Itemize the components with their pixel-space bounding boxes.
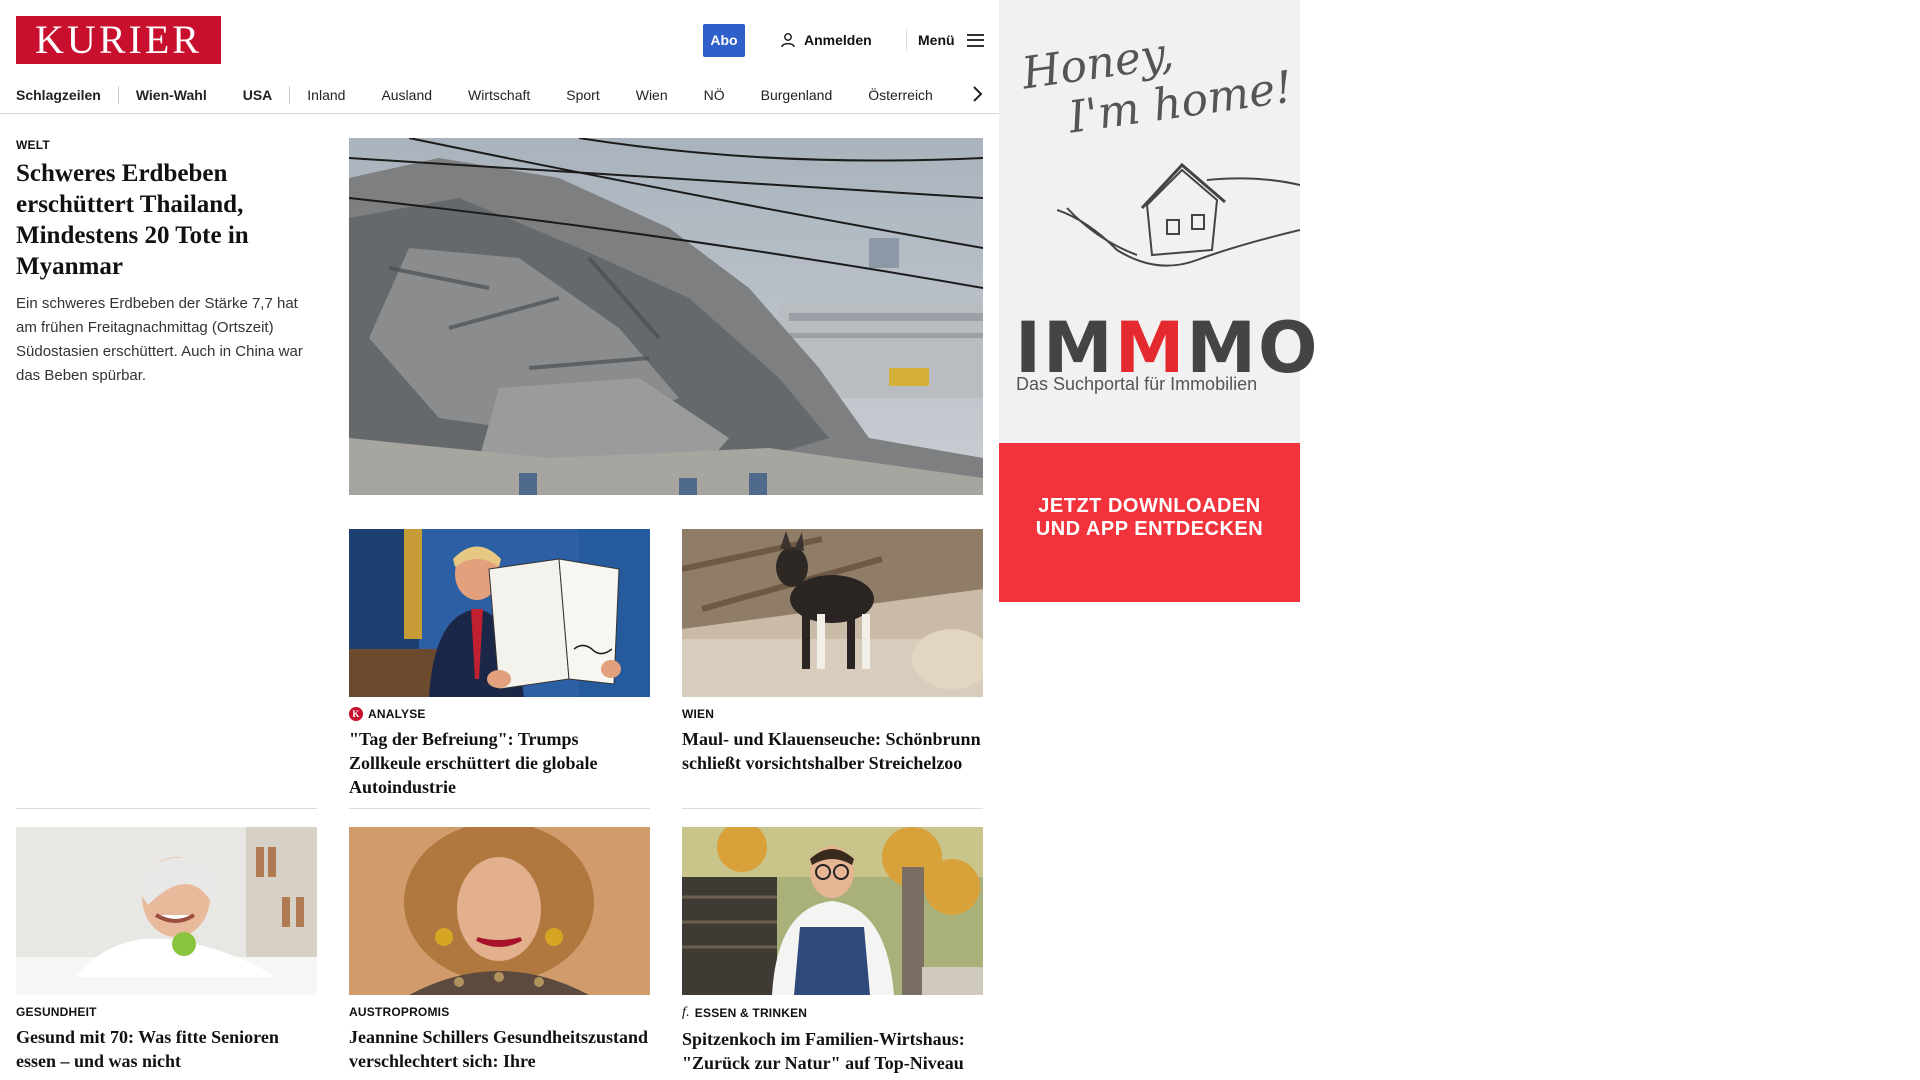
lead-kicker: WELT [16, 138, 50, 152]
header-divider [906, 29, 907, 51]
trump-image[interactable] [349, 529, 650, 697]
card-headline[interactable]: Maul- und Klauenseuche: Schönbrunn schli… [682, 727, 983, 775]
section-nav: Schlagzeilen Wien-Wahl USA Inland Auslan… [0, 76, 1000, 114]
nav-item-wien-wahl[interactable]: Wien-Wahl [136, 87, 207, 103]
immmo-ad[interactable]: Honey, I'm home! IMMMO Das Suchportal fü… [999, 0, 1318, 602]
nav-item-sport[interactable]: Sport [566, 87, 599, 103]
card-divider [349, 808, 650, 809]
lead-article[interactable]: WELT Schweres Erdbeben erschüttert Thail… [16, 138, 316, 388]
lead-image[interactable] [349, 138, 983, 495]
kurier-plus-icon: K [349, 707, 363, 721]
nav-item-burgenland[interactable]: Burgenland [761, 87, 833, 103]
hamburger-icon [966, 33, 984, 47]
card-kicker-label: AUSTROPROMIS [349, 1005, 450, 1019]
goat-image[interactable] [682, 529, 983, 697]
lead-headline[interactable]: Schweres Erdbeben erschüttert Thailand, … [16, 158, 316, 282]
article-card-austropromis[interactable]: AUSTROPROMIS Jeannine Schillers Gesundhe… [349, 827, 650, 1073]
menu-button[interactable]: Menü [918, 28, 984, 52]
chef-photo-icon [682, 827, 983, 995]
nav-item-schlagzeilen[interactable]: Schlagzeilen [16, 87, 101, 103]
article-card-schoenbrunn[interactable]: WIEN Maul- und Klauenseuche: Schönbrunn … [682, 529, 983, 775]
schiller-photo-icon [349, 827, 650, 995]
card-headline[interactable]: Jeannine Schillers Gesundheitszustand ve… [349, 1025, 650, 1073]
card-kicker-label: GESUNDHEIT [16, 1005, 97, 1019]
ad-visual[interactable]: Honey, I'm home! IMMMO Das Suchportal fü… [999, 0, 1318, 443]
user-icon [781, 33, 795, 48]
senior-photo-icon [16, 827, 317, 995]
menu-label: Menü [918, 32, 955, 48]
trump-photo-icon [349, 529, 650, 697]
card-kicker-label: ANALYSE [368, 707, 426, 721]
card-kicker-label: WIEN [682, 707, 715, 721]
ad-cta-line2: UND APP ENTDECKEN [1035, 518, 1264, 540]
nav-divider [289, 85, 291, 104]
nav-item-usa[interactable]: USA [243, 87, 273, 103]
schiller-image[interactable] [349, 827, 650, 995]
card-kicker: WIEN [682, 707, 983, 721]
nav-item-noe[interactable]: NÖ [704, 87, 725, 103]
earthquake-rubble-image [349, 138, 983, 495]
abo-button[interactable]: Abo [703, 24, 745, 57]
card-headline[interactable]: Gesund mit 70: Was fitte Senioren essen … [16, 1025, 317, 1073]
kurier-logo[interactable]: KURIER [16, 16, 221, 64]
card-divider [682, 808, 983, 809]
article-card-essen-trinken[interactable]: f. ESSEN & TRINKEN Spitzenkoch im Famili… [682, 827, 983, 1075]
card-kicker: f. ESSEN & TRINKEN [682, 1005, 983, 1021]
ad-cta-line1: JETZT DOWNLOADEN [1038, 495, 1261, 517]
card-divider [16, 808, 317, 809]
chef-image[interactable] [682, 827, 983, 995]
login-button[interactable]: Anmelden [780, 28, 872, 52]
house-in-hand-icon [1057, 162, 1300, 267]
nav-item-oesterreich[interactable]: Österreich [868, 87, 933, 103]
card-kicker: K ANALYSE [349, 707, 650, 721]
kurier-site: KURIER Abo Anmelden Menü Schlagzeilen Wi… [0, 0, 1000, 1080]
ad-script-text: Honey, I'm home! [1019, 13, 1296, 149]
top-bar: KURIER Abo Anmelden Menü [0, 0, 1000, 76]
senior-woman-image[interactable] [16, 827, 317, 995]
ad-tagline: Das Suchportal für Immobilien [1016, 374, 1258, 394]
card-kicker: GESUNDHEIT [16, 1005, 317, 1019]
login-label: Anmelden [804, 32, 872, 48]
ad-cta-text: JETZT DOWNLOADEN UND APP ENTDECKEN [999, 495, 1300, 541]
card-headline[interactable]: "Tag der Befreiung": Trumps Zollkeule er… [349, 727, 650, 799]
nav-item-wien[interactable]: Wien [636, 87, 668, 103]
lead-teaser: Ein schweres Erdbeben der Stärke 7,7 hat… [16, 295, 303, 384]
nav-item-ausland[interactable]: Ausland [381, 87, 432, 103]
card-headline[interactable]: Spitzenkoch im Familien-Wirtshaus: "Zurü… [682, 1027, 983, 1075]
goat-photo-icon [682, 529, 983, 697]
article-card-trump[interactable]: K ANALYSE "Tag der Befreiung": Trumps Zo… [349, 529, 650, 799]
card-kicker-label: ESSEN & TRINKEN [694, 1006, 808, 1020]
genuss-f-icon: f. [682, 1005, 690, 1020]
ad-cta-button[interactable]: JETZT DOWNLOADEN UND APP ENTDECKEN [999, 443, 1300, 602]
nav-item-inland[interactable]: Inland [307, 87, 345, 103]
nav-divider [117, 85, 119, 104]
nav-item-wirtschaft[interactable]: Wirtschaft [468, 87, 530, 103]
article-card-gesundheit[interactable]: GESUNDHEIT Gesund mit 70: Was fitte Seni… [16, 827, 317, 1073]
card-kicker: AUSTROPROMIS [349, 1005, 650, 1019]
chevron-right-icon[interactable] [968, 85, 986, 103]
